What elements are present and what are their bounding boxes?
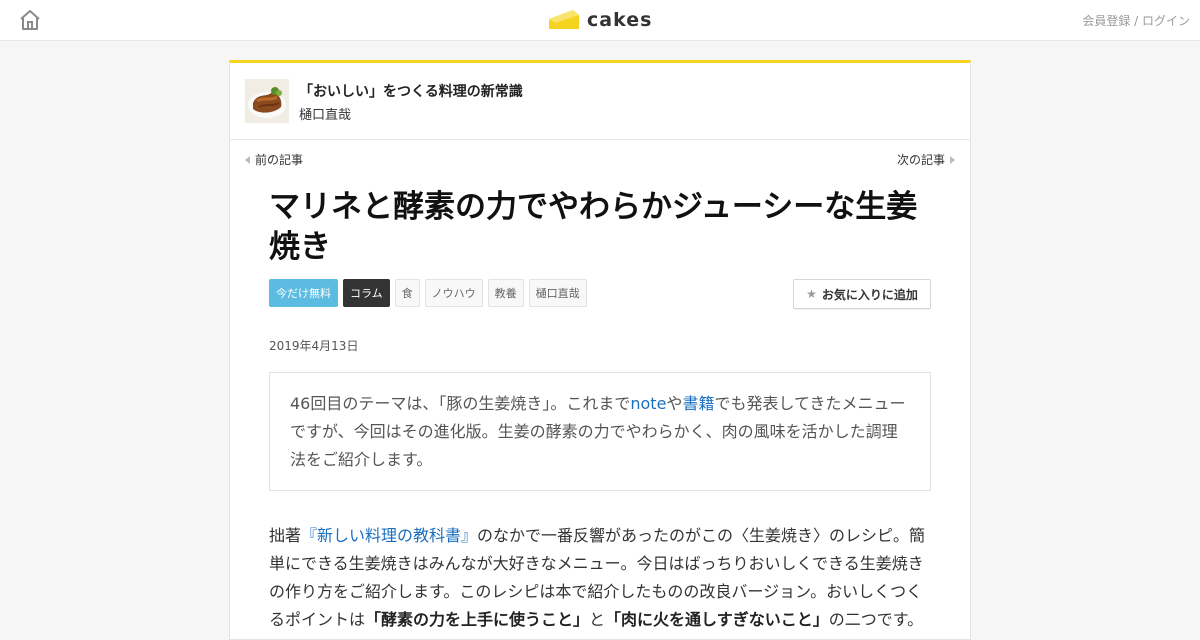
chevron-right-icon — [950, 155, 955, 164]
prev-article-link[interactable]: 前の記事 — [245, 151, 303, 168]
tag-column[interactable]: コラム — [343, 279, 390, 307]
lead-text: や — [666, 394, 683, 413]
series-thumbnail[interactable] — [245, 79, 289, 123]
series-header[interactable]: 「おいしい」をつくる料理の新常識 樋口直哉 — [230, 63, 970, 140]
cakes-logo[interactable]: cakes — [547, 6, 652, 34]
chevron-left-icon — [245, 155, 250, 164]
lead-box: 46回目のテーマは、「豚の生姜焼き」。これまでnoteや書籍でも発表してきたメニ… — [269, 372, 931, 491]
body-bold: 「肉に火を通しすぎないこと」 — [605, 610, 829, 629]
tag-knowhow[interactable]: ノウハウ — [424, 279, 483, 307]
body-text: の二つです。 — [828, 610, 924, 629]
cake-icon — [549, 10, 579, 29]
top-bar: cakes 会員登録 / ログイン — [0, 0, 1200, 41]
article-card: 「おいしい」をつくる料理の新常識 樋口直哉 前の記事 次の記事 マリネと酵素の力… — [229, 60, 971, 640]
next-article-link[interactable]: 次の記事 — [897, 151, 955, 168]
note-link[interactable]: note — [630, 394, 666, 413]
tag-culture[interactable]: 教養 — [487, 279, 524, 307]
home-icon[interactable] — [18, 8, 42, 32]
body-text: と — [589, 610, 606, 629]
next-article-label: 次の記事 — [896, 153, 945, 167]
article-title: マリネと酵素の力でやわらかジューシーな生姜焼き — [269, 189, 918, 265]
lead-text: 46回目のテーマは、「豚の生姜焼き」。これまで — [290, 394, 631, 413]
textbook-link[interactable]: 『新しい料理の教科書』 — [301, 526, 477, 545]
tag-author[interactable]: 樋口直哉 — [528, 279, 587, 307]
logo-text: cakes — [587, 9, 653, 31]
article-body: 拙著『新しい料理の教科書』のなかで一番反響があったのがこの〈生姜焼き〉のレシピ。… — [269, 522, 931, 634]
star-icon: ★ — [806, 287, 817, 301]
tag-food[interactable]: 食 — [394, 279, 420, 307]
login-link[interactable]: 会員登録 / ログイン — [1082, 12, 1190, 29]
add-favorite-label: お気に入りに追加 — [821, 287, 918, 302]
tag-list: 今だけ無料 コラム 食 ノウハウ 教養 樋口直哉 — [269, 279, 592, 307]
body-text: 拙著 — [269, 526, 302, 545]
login-link-text[interactable]: 会員登録 / ログイン — [1082, 14, 1190, 28]
book-link[interactable]: 書籍 — [682, 394, 714, 413]
series-author[interactable]: 樋口直哉 — [299, 104, 351, 123]
prev-article-label: 前の記事 — [255, 153, 304, 167]
tag-free[interactable]: 今だけ無料 — [269, 279, 338, 307]
publish-date: 2019年4月13日 — [269, 339, 359, 353]
add-favorite-button[interactable]: ★ お気に入りに追加 — [793, 279, 931, 309]
series-title[interactable]: 「おいしい」をつくる料理の新常識 — [299, 81, 523, 101]
body-bold: 「酵素の力を上手に使うこと」 — [365, 610, 590, 629]
